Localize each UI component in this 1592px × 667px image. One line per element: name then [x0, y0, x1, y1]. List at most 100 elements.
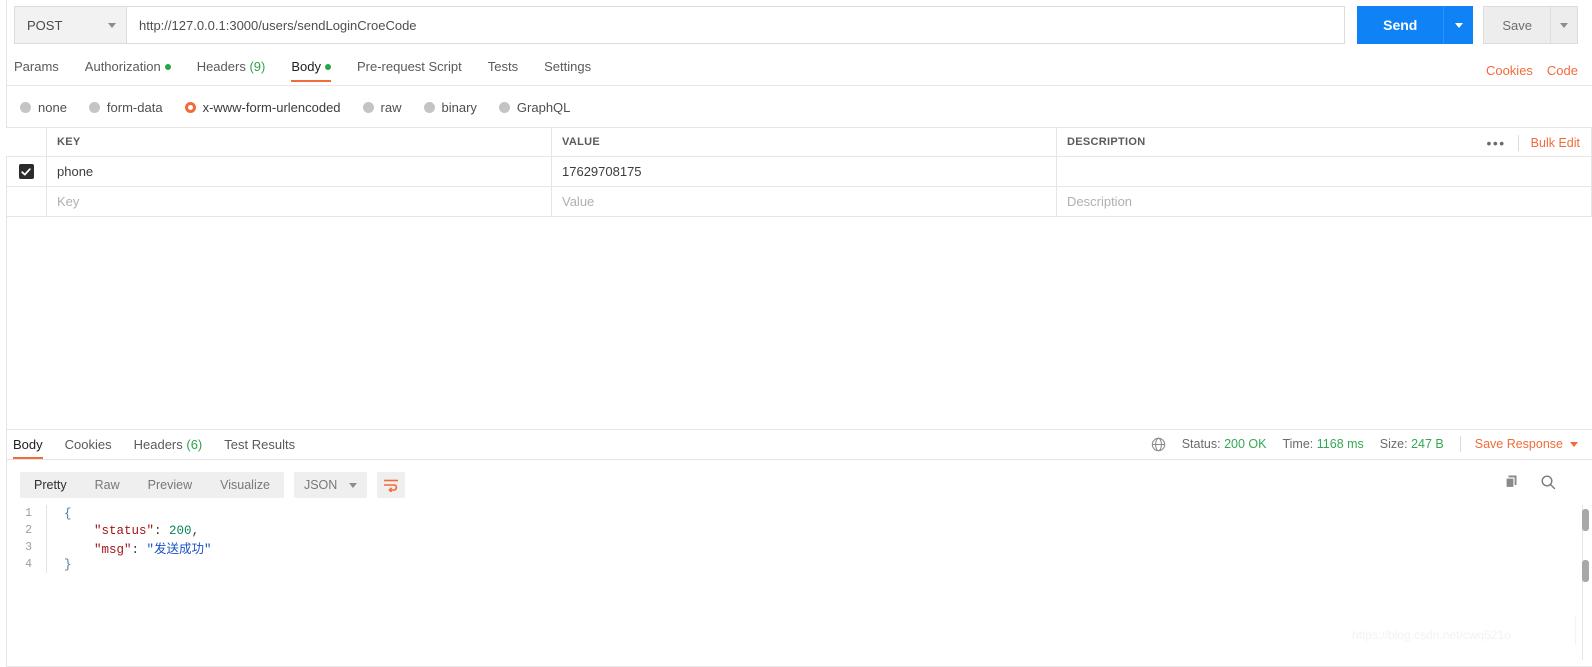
- response-tab-body[interactable]: Body: [13, 437, 43, 459]
- response-separator: [6, 429, 1592, 430]
- tab-label: Body: [13, 437, 43, 452]
- view-tab-raw[interactable]: Raw: [81, 472, 134, 498]
- row-checkbox-cell[interactable]: [6, 157, 47, 186]
- status-label: Status:: [1181, 437, 1221, 451]
- table-row-empty[interactable]: Key Value Description: [6, 187, 1592, 217]
- response-tab-test-results[interactable]: Test Results: [224, 437, 295, 459]
- bulk-edit-link[interactable]: Bulk Edit: [1519, 136, 1580, 150]
- url-input[interactable]: http://127.0.0.1:3000/users/sendLoginCro…: [126, 6, 1346, 44]
- tab-pre-request-script[interactable]: Pre-request Script: [357, 59, 462, 82]
- body-type-x-www-form-urlencoded[interactable]: x-www-form-urlencoded: [184, 99, 341, 115]
- radio-label: GraphQL: [516, 99, 571, 115]
- radio-icon: [362, 101, 374, 113]
- status-value: 200 OK: [1224, 437, 1267, 451]
- json-number: 200: [169, 523, 192, 538]
- code-link[interactable]: Code: [1547, 63, 1578, 78]
- new-value-input[interactable]: Value: [552, 187, 1057, 216]
- scrollbar-thumb-top[interactable]: [1582, 509, 1589, 531]
- request-tabs-divider: [6, 85, 1592, 86]
- search-icon: [1541, 475, 1556, 490]
- size-value: 247 B: [1411, 437, 1444, 451]
- column-header-key: KEY: [47, 128, 552, 156]
- status-dot-icon: [324, 64, 331, 70]
- tab-label: Pre-request Script: [356, 59, 462, 74]
- checkmark-icon: [21, 167, 31, 175]
- tab-params[interactable]: Params: [14, 59, 59, 82]
- column-header-value: VALUE: [552, 128, 1057, 156]
- tab-body[interactable]: Body: [291, 59, 331, 82]
- code-line: 4 }: [6, 556, 1592, 573]
- new-description-input[interactable]: Description: [1057, 187, 1592, 216]
- view-tab-visualize[interactable]: Visualize: [206, 472, 284, 498]
- line-number: 1: [25, 507, 32, 520]
- code-gutter: [46, 539, 54, 556]
- row-checkbox-cell-empty[interactable]: [6, 187, 47, 216]
- tab-settings[interactable]: Settings: [544, 59, 591, 82]
- tab-label: Body: [291, 59, 321, 74]
- body-type-raw[interactable]: raw: [362, 100, 402, 115]
- radio-icon: [498, 101, 510, 113]
- save-response-button[interactable]: Save Response: [1475, 437, 1578, 451]
- row-key[interactable]: phone: [47, 157, 552, 186]
- tab-headers[interactable]: Headers (9): [197, 59, 266, 82]
- tab-tests[interactable]: Tests: [488, 59, 518, 82]
- status-metric: Status: 200 OK: [1182, 437, 1267, 451]
- body-type-graphql[interactable]: GraphQL: [498, 99, 571, 115]
- http-method-value: POST: [27, 17, 63, 33]
- tab-label: Tests: [487, 59, 519, 74]
- scrollbar-thumb-bottom[interactable]: [1582, 560, 1589, 582]
- meta-divider: [1459, 436, 1461, 452]
- json-key: "status": [94, 523, 155, 538]
- response-tab-headers[interactable]: Headers (6): [134, 437, 203, 459]
- view-tab-preview[interactable]: Preview: [134, 472, 206, 498]
- row-description[interactable]: [1057, 157, 1592, 186]
- radio-icon: [20, 101, 31, 113]
- code-line: 2 "status": 200,: [6, 522, 1592, 539]
- line-number: 2: [25, 524, 32, 537]
- line-number: 4: [25, 558, 32, 571]
- radio-selected-icon: [184, 101, 196, 113]
- table-row[interactable]: phone 17629708175: [6, 157, 1592, 187]
- response-format-select[interactable]: JSON: [293, 472, 368, 498]
- table-header-row: KEY VALUE DESCRIPTION ••• Bulk Edit: [6, 127, 1592, 157]
- more-options-icon[interactable]: •••: [1474, 136, 1517, 150]
- copy-button[interactable]: [1504, 474, 1520, 495]
- response-meta-bar: Status: 200 OK Time: 1168 ms Size: 247 B…: [1151, 436, 1578, 452]
- chevron-down-icon: [1570, 441, 1578, 447]
- wrap-lines-button[interactable]: [377, 472, 406, 498]
- cookies-link[interactable]: Cookies: [1486, 63, 1533, 78]
- radio-label: x-www-form-urlencoded: [202, 99, 341, 115]
- code-text: }: [64, 557, 72, 572]
- save-button[interactable]: Save: [1483, 6, 1550, 44]
- save-button-group: Save: [1483, 6, 1578, 44]
- row-value[interactable]: 17629708175: [552, 157, 1057, 186]
- response-format-value: JSON: [303, 478, 338, 492]
- search-button[interactable]: [1540, 474, 1556, 495]
- send-button[interactable]: Send: [1357, 6, 1444, 44]
- radio-icon: [423, 101, 435, 113]
- code-gutter: [46, 556, 54, 573]
- tab-badge: (6): [186, 437, 203, 452]
- save-options-button[interactable]: [1550, 6, 1578, 44]
- row-checkbox[interactable]: [18, 164, 34, 179]
- radio-label: binary: [441, 99, 477, 115]
- body-type-binary[interactable]: binary: [423, 99, 477, 115]
- code-line: 1 {: [6, 505, 1592, 522]
- url-bar: POST http://127.0.0.1:3000/users/sendLog…: [14, 6, 1578, 44]
- response-tab-cookies[interactable]: Cookies: [65, 437, 112, 459]
- code-text: "msg": "发送成功": [94, 543, 212, 557]
- send-options-button[interactable]: [1443, 6, 1474, 44]
- send-button-group: Send: [1357, 6, 1474, 44]
- time-label: Time:: [1282, 437, 1314, 451]
- response-view-toolbar: Pretty Raw Preview Visualize JSON: [20, 472, 406, 498]
- response-body-viewer[interactable]: 1 { 2 "status": 200, 3 "msg": "发送成功" 4 }: [6, 505, 1592, 645]
- tab-label: Cookies: [64, 437, 112, 452]
- body-type-form-data[interactable]: form-data: [88, 100, 163, 115]
- http-method-select[interactable]: POST: [14, 6, 126, 44]
- view-tab-pretty[interactable]: Pretty: [20, 472, 81, 498]
- body-type-none[interactable]: none: [20, 100, 67, 115]
- new-key-input[interactable]: Key: [47, 187, 552, 216]
- globe-icon: [1151, 437, 1166, 452]
- tab-authorization[interactable]: Authorization: [85, 59, 171, 82]
- response-tab-bar: Body Cookies Headers (6) Test Results: [13, 432, 317, 459]
